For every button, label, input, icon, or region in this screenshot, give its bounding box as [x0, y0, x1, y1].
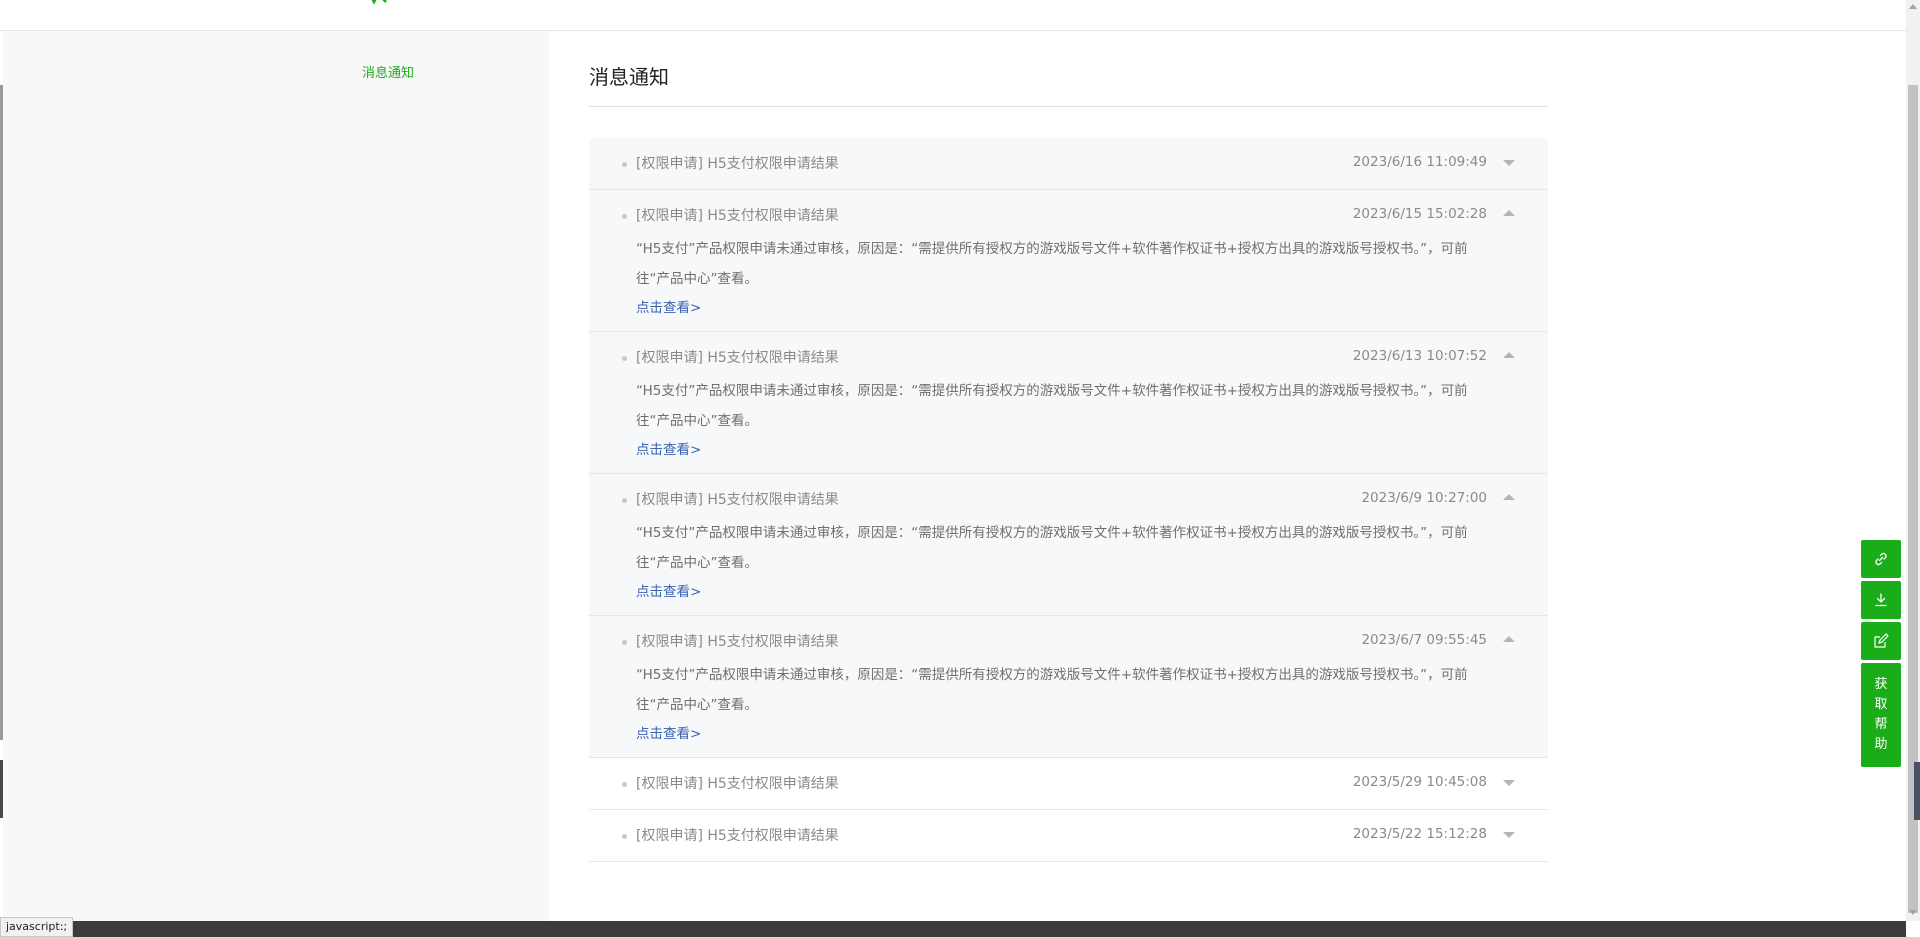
- view-details-link[interactable]: 点击查看>: [636, 722, 701, 742]
- page-title: 消息通知: [589, 65, 669, 89]
- notification-body: “H5支付”产品权限申请未通过审核，原因是：“需提供所有授权方的游戏版号文件+软…: [636, 667, 1468, 713]
- view-details-link[interactable]: 点击查看>: [636, 580, 701, 600]
- bottom-bar: [0, 921, 1906, 937]
- notification-list: [权限申请] H5支付权限申请结果 2023/6/16 11:09:49 [权限…: [589, 138, 1548, 862]
- collapse-caret-icon[interactable]: [1503, 210, 1515, 216]
- bullet-dot: [622, 834, 627, 839]
- download-icon: [1875, 593, 1887, 607]
- notification-time: 2023/6/13 10:07:52: [1352, 348, 1487, 364]
- notification-title: [权限申请] H5支付权限申请结果: [636, 492, 839, 508]
- notification-item[interactable]: [权限申请] H5支付权限申请结果 2023/6/13 10:07:52 “H5…: [589, 332, 1548, 474]
- floating-toolbar: 获 取 帮 助: [1861, 540, 1901, 767]
- notification-time: 2023/6/9 10:27:00: [1361, 490, 1487, 506]
- view-details-link[interactable]: 点击查看>: [636, 296, 701, 316]
- share-link-button[interactable]: [1861, 540, 1901, 578]
- help-char: 取: [1874, 697, 1888, 712]
- help-char: 助: [1874, 737, 1888, 752]
- collapse-caret-icon[interactable]: [1503, 352, 1515, 358]
- right-edge-dark-strip: [1914, 762, 1920, 820]
- notification-body: “H5支付”产品权限申请未通过审核，原因是：“需提供所有授权方的游戏版号文件+软…: [636, 241, 1468, 287]
- feedback-button[interactable]: [1861, 622, 1901, 660]
- notification-title: [权限申请] H5支付权限申请结果: [636, 156, 839, 172]
- collapse-caret-icon[interactable]: [1503, 636, 1515, 642]
- notification-time: 2023/6/15 15:02:28: [1352, 206, 1487, 222]
- edit-icon: [1874, 633, 1889, 648]
- notification-body: “H5支付”产品权限申请未通过审核，原因是：“需提供所有授权方的游戏版号文件+软…: [636, 383, 1468, 429]
- title-divider: [589, 106, 1548, 107]
- bullet-dot: [622, 640, 627, 645]
- help-char: 获: [1874, 677, 1888, 692]
- expand-caret-icon[interactable]: [1503, 832, 1515, 838]
- expand-caret-icon[interactable]: [1503, 160, 1515, 166]
- notification-time: 2023/5/22 15:12:28: [1352, 826, 1487, 842]
- sidebar: 消息通知: [3, 31, 549, 921]
- notification-item[interactable]: [权限申请] H5支付权限申请结果 2023/6/7 09:55:45 “H5支…: [589, 616, 1548, 758]
- download-button[interactable]: [1861, 581, 1901, 619]
- notification-item[interactable]: [权限申请] H5支付权限申请结果 2023/6/16 11:09:49: [589, 138, 1548, 190]
- notification-title: [权限申请] H5支付权限申请结果: [636, 776, 839, 792]
- view-details-link[interactable]: 点击查看>: [636, 438, 701, 458]
- top-header: [0, 0, 1906, 31]
- expand-caret-icon[interactable]: [1503, 780, 1515, 786]
- bullet-dot: [622, 356, 627, 361]
- sidebar-item-notifications[interactable]: 消息通知: [362, 62, 414, 81]
- notification-title: [权限申请] H5支付权限申请结果: [636, 828, 839, 844]
- help-char: 帮: [1874, 717, 1888, 732]
- notification-item[interactable]: [权限申请] H5支付权限申请结果 2023/6/9 10:27:00 “H5支…: [589, 474, 1548, 616]
- bullet-dot: [622, 162, 627, 167]
- notification-body: “H5支付”产品权限申请未通过审核，原因是：“需提供所有授权方的游戏版号文件+软…: [636, 525, 1468, 571]
- get-help-button[interactable]: 获 取 帮 助: [1861, 663, 1901, 767]
- bullet-dot: [622, 498, 627, 503]
- notification-item[interactable]: [权限申请] H5支付权限申请结果 2023/5/22 15:12:28: [589, 810, 1548, 862]
- notification-time: 2023/5/29 10:45:08: [1352, 774, 1487, 790]
- notification-item[interactable]: [权限申请] H5支付权限申请结果 2023/5/29 10:45:08: [589, 758, 1548, 810]
- scroll-down-arrow-icon[interactable]: [1909, 910, 1917, 915]
- bullet-dot: [622, 214, 627, 219]
- link-icon: [1875, 552, 1887, 566]
- scroll-up-arrow-icon[interactable]: [1909, 4, 1917, 9]
- notification-time: 2023/6/16 11:09:49: [1352, 154, 1487, 170]
- status-url-tooltip: javascript:;: [0, 917, 74, 937]
- notification-title: [权限申请] H5支付权限申请结果: [636, 350, 839, 366]
- notification-title: [权限申请] H5支付权限申请结果: [636, 208, 839, 224]
- notification-title: [权限申请] H5支付权限申请结果: [636, 634, 839, 650]
- bullet-dot: [622, 782, 627, 787]
- logo-fragment: [366, 0, 388, 5]
- notification-time: 2023/6/7 09:55:45: [1361, 632, 1487, 648]
- notification-item[interactable]: [权限申请] H5支付权限申请结果 2023/6/15 15:02:28 “H5…: [589, 190, 1548, 332]
- collapse-caret-icon[interactable]: [1503, 494, 1515, 500]
